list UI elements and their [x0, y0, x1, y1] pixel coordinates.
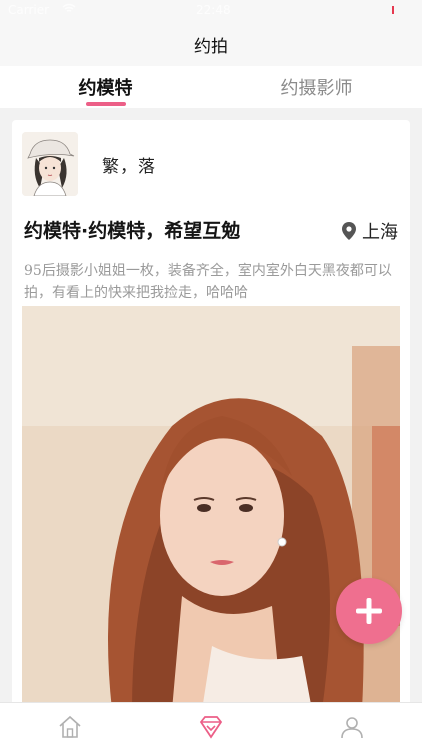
post-location: 上海	[342, 218, 398, 244]
page-title: 约拍	[194, 36, 228, 57]
bottom-nav-profile[interactable]	[281, 703, 422, 750]
diamond-icon	[199, 715, 223, 739]
user-icon	[340, 716, 363, 738]
home-icon	[59, 715, 81, 738]
bottom-nav-discover[interactable]	[141, 703, 282, 750]
tab-models[interactable]: 约模特	[0, 66, 211, 108]
tab-photographers-label: 约摄影师	[280, 78, 353, 99]
location-label: 上海	[362, 222, 398, 243]
wifi-icon	[62, 3, 76, 17]
tab-bar: 约模特 约摄影师	[0, 66, 422, 108]
carrier-label: Carrier	[8, 3, 50, 17]
add-post-button[interactable]	[336, 578, 402, 644]
tab-photographers[interactable]: 约摄影师	[211, 66, 422, 108]
bottom-nav-home[interactable]	[0, 703, 141, 750]
tab-active-indicator	[85, 102, 126, 106]
bottom-nav	[0, 702, 422, 750]
post-description: 95后摄影小姐姐一枚，装备齐全，室内室外白天黑夜都可以拍，有看上的快来把我捡走，…	[24, 263, 392, 301]
battery-icon	[392, 6, 394, 14]
status-bar: Carrier 22:48	[0, 0, 422, 22]
post-photo[interactable]	[22, 306, 400, 710]
post-title[interactable]: 约模特·约模特，希望互勉	[24, 216, 240, 243]
post-author[interactable]: 繁，落	[22, 132, 156, 196]
tab-models-label: 约模特	[78, 78, 133, 99]
plus-icon	[356, 598, 382, 624]
avatar[interactable]	[22, 132, 78, 196]
status-time: 22:48	[196, 3, 231, 17]
nav-bar: 约拍	[0, 22, 422, 66]
app: Carrier 22:48 约拍 约模特 约摄影师 繁，落 约模特·约模特，希望…	[0, 0, 422, 750]
location-pin-icon	[342, 222, 356, 240]
author-name: 繁，落	[102, 156, 156, 177]
